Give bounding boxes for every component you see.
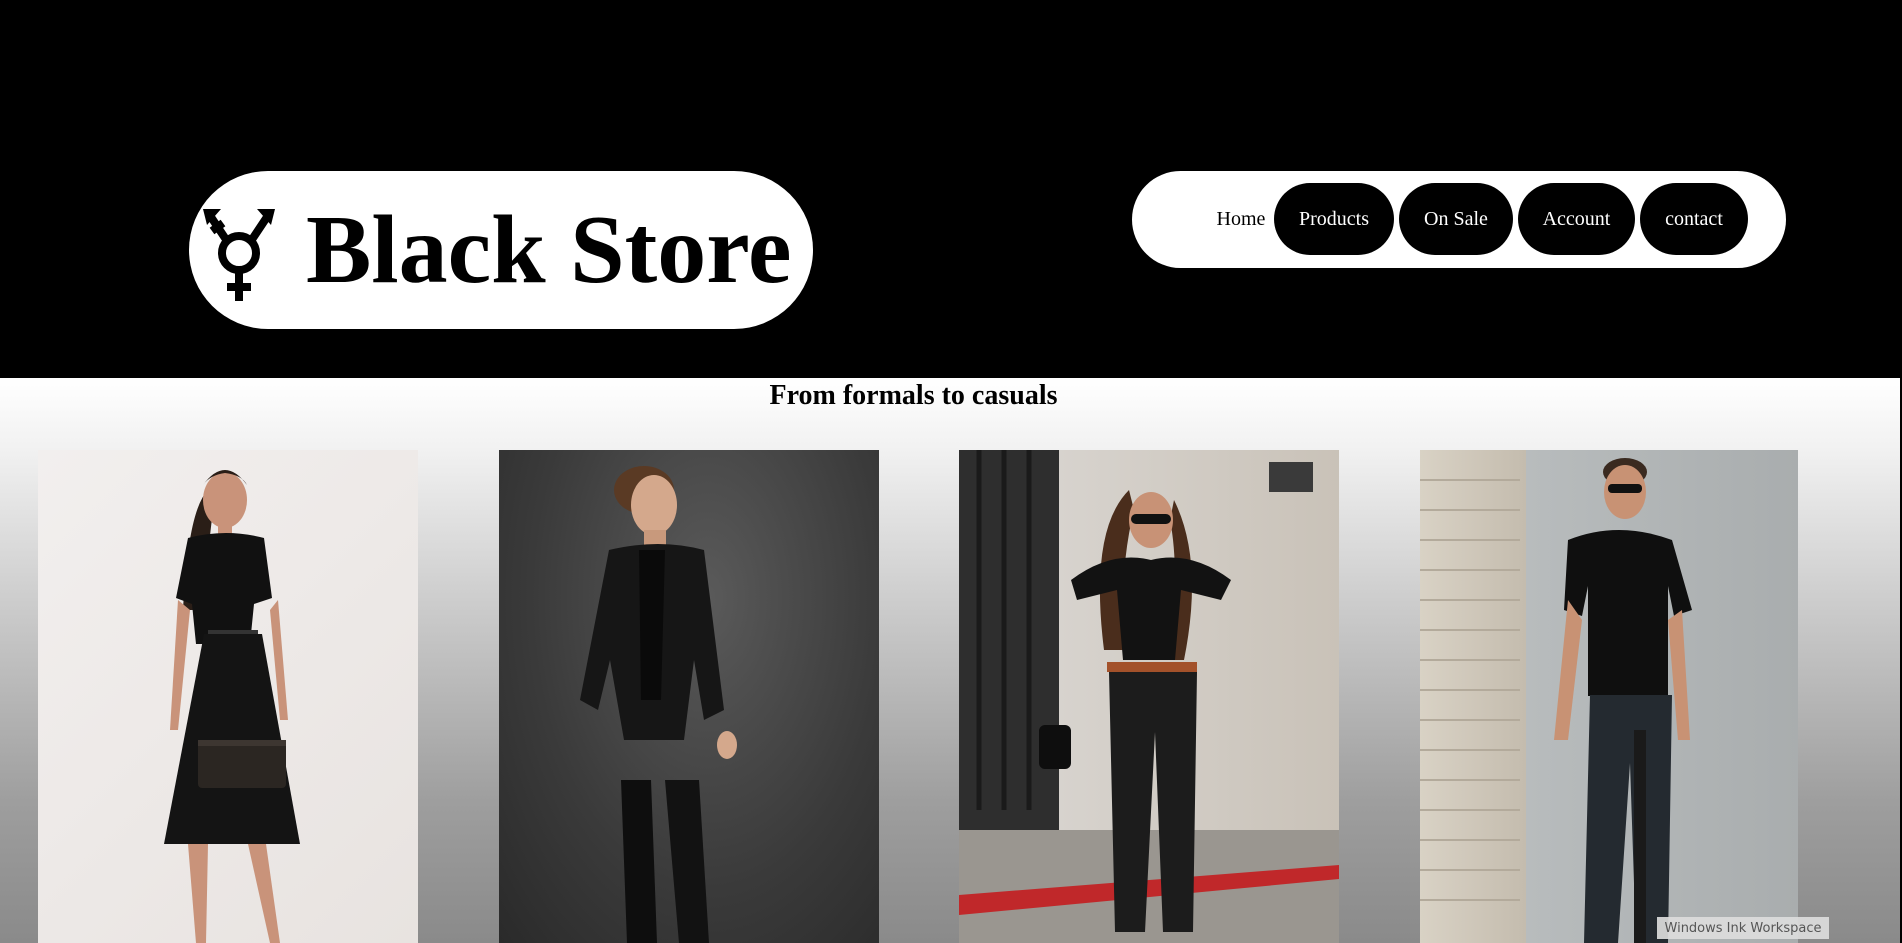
nav-products[interactable]: Products [1274,183,1394,255]
man-black-suit-photo[interactable] [499,450,879,943]
main-nav: Home Products On Sale Account contact [1132,171,1786,268]
man-black-tshirt-photo[interactable] [1420,450,1798,943]
logo[interactable]: Black Store [189,171,813,329]
woman-black-dress-photo[interactable] [38,450,418,943]
transgender-symbol-icon [203,209,275,301]
nav-on-sale[interactable]: On Sale [1399,183,1513,255]
site-header: Black Store Home Products On Sale Accoun… [0,0,1900,378]
nav-contact[interactable]: contact [1640,183,1748,255]
nav-account[interactable]: Account [1518,183,1635,255]
woman-black-casual-photo[interactable] [959,450,1339,943]
brand-name: Black Store [306,196,792,304]
windows-ink-workspace-button[interactable]: Windows Ink Workspace [1657,917,1829,939]
tagline-heading: From formals to casuals [769,380,1058,411]
